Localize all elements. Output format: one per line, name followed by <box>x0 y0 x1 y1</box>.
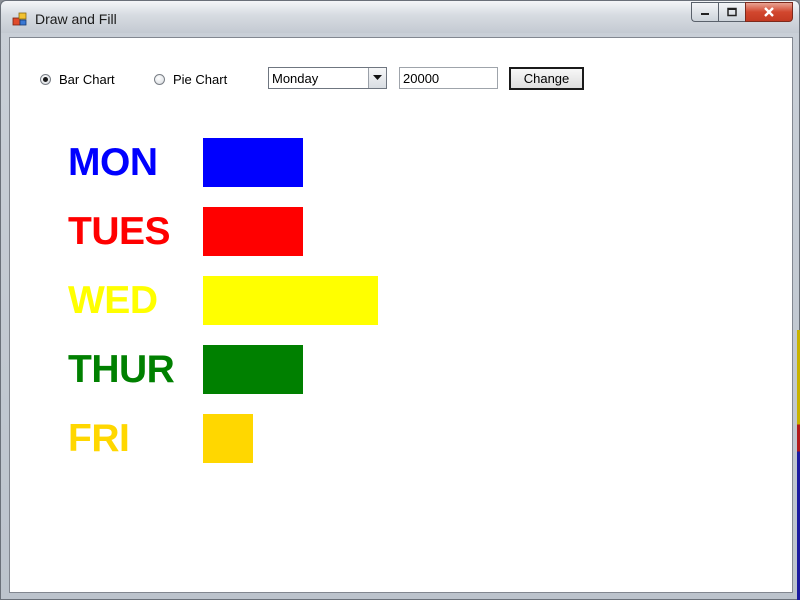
maximize-icon <box>727 7 737 17</box>
bar-tues <box>203 207 303 256</box>
maximize-button[interactable] <box>718 2 745 22</box>
chevron-down-icon <box>373 75 382 80</box>
app-window: Draw and Fill Bar Chart Pie Chart Monday <box>0 0 800 600</box>
day-label-fri: FRI <box>68 417 130 460</box>
bar-mon <box>203 138 303 187</box>
radio-checked-icon <box>40 74 51 85</box>
close-button[interactable] <box>745 2 793 22</box>
change-button[interactable]: Change <box>509 67 584 90</box>
bar-thur <box>203 345 303 394</box>
app-icon <box>12 12 27 26</box>
minimize-icon <box>701 13 709 15</box>
caption-buttons <box>691 2 793 24</box>
pie-chart-label: Pie Chart <box>173 72 228 87</box>
minimize-button[interactable] <box>691 2 718 22</box>
client-area: Bar Chart Pie Chart Monday Change MON TUE… <box>9 37 793 593</box>
day-label-wed: WED <box>68 279 158 322</box>
radio-unchecked-icon <box>154 74 165 85</box>
day-label-thur: THUR <box>68 348 175 391</box>
bar-chart-label: Bar Chart <box>59 72 115 87</box>
pie-chart-radio[interactable]: Pie Chart <box>154 72 227 87</box>
title-bar[interactable]: Draw and Fill <box>1 1 799 33</box>
day-label-mon: MON <box>68 141 158 184</box>
window-title: Draw and Fill <box>35 11 117 27</box>
bar-chart-radio[interactable]: Bar Chart <box>40 72 115 87</box>
bar-wed <box>203 276 378 325</box>
bar-fri <box>203 414 253 463</box>
dropdown-arrow-button[interactable] <box>368 68 386 88</box>
day-label-tues: TUES <box>68 210 171 253</box>
day-select-value: Monday <box>272 71 319 86</box>
day-select[interactable]: Monday <box>268 67 387 89</box>
close-icon <box>764 7 774 17</box>
value-input[interactable] <box>399 67 498 89</box>
